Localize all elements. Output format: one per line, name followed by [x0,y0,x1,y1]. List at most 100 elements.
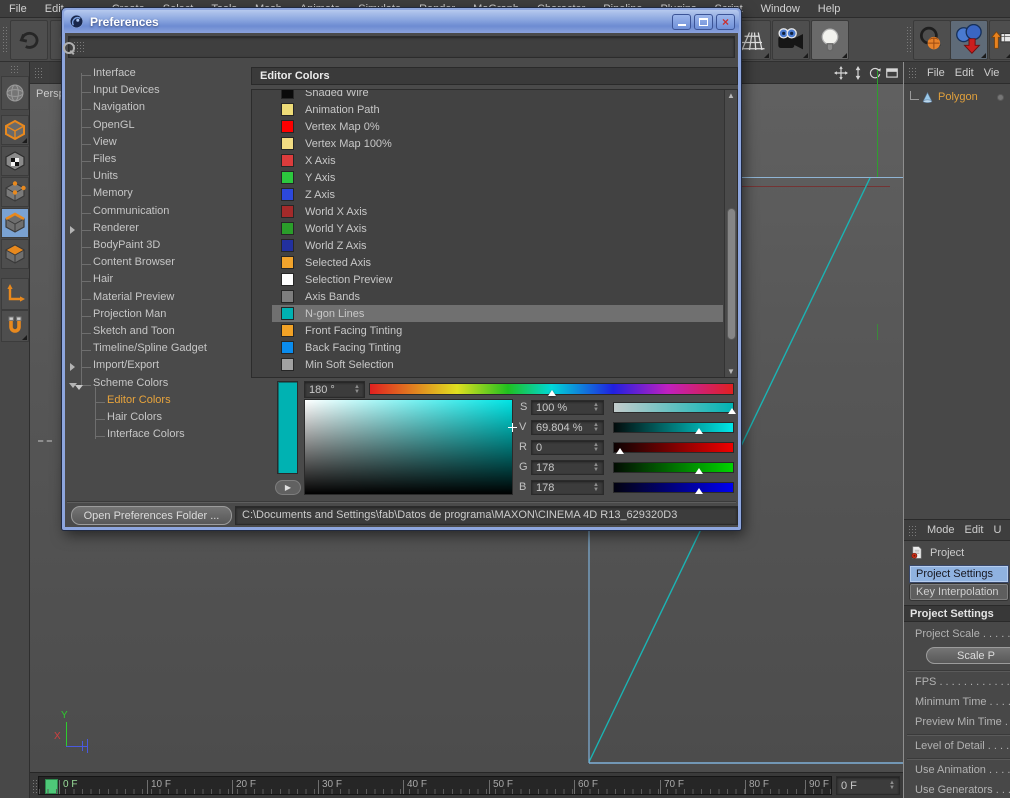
menu-window[interactable]: Window [752,1,809,17]
spinner-arrows-icon[interactable]: ▲ ▼ [354,384,360,395]
scale-view-button[interactable] [913,20,951,60]
modebar-grip[interactable] [10,65,19,74]
expander-collapsed-icon[interactable] [70,226,75,234]
slider-marker[interactable] [694,488,703,494]
scale-project-button[interactable]: Scale P [926,647,1010,664]
color-row-x-axis[interactable]: X Axis [272,152,723,169]
am-object-row[interactable]: Project [910,545,964,560]
undo-button[interactable] [10,20,48,60]
toolbar-grip-right[interactable] [906,26,912,54]
attribute-manager-grip[interactable] [908,524,917,536]
channel-g-value[interactable]: 178 [536,462,554,474]
dialog-title-bar[interactable]: Preferences × [64,10,739,33]
tree-item-input-devices[interactable]: Input Devices [81,84,160,101]
tree-item-hair[interactable]: Hair [80,273,113,290]
tab-key-interpolation[interactable]: Key Interpolation [910,584,1008,600]
camera-button[interactable] [772,20,810,60]
tree-item-opengl[interactable]: OpenGL [81,119,135,136]
picker-options-button[interactable]: ▶ [275,480,301,495]
channel-s-value[interactable]: 100 % [536,402,567,414]
menu-file[interactable]: File [0,1,36,17]
hue-field[interactable]: 180 ° ▲ ▼ [304,381,365,398]
tree-item-projection-man[interactable]: Projection Man [80,308,166,325]
saturation-value-box[interactable] [304,399,517,495]
hue-slider-marker[interactable] [547,390,556,396]
move-tool-button[interactable] [950,20,988,60]
tree-item-material-preview[interactable]: Material Preview [80,291,174,308]
tree-item-navigation[interactable]: Navigation [81,101,145,118]
color-row-axis-bands[interactable]: Axis Bands [272,288,723,305]
tree-item-view[interactable]: View [81,136,117,153]
light-button[interactable] [811,20,849,60]
am-menu-edit[interactable]: Edit [965,524,984,536]
spinner-arrows-icon[interactable]: ▲ ▼ [593,442,599,453]
spinner-arrows-icon[interactable]: ▲ ▼ [593,482,599,493]
color-row-back-facing-tinting[interactable]: Back Facing Tinting [272,339,723,356]
tree-item-memory[interactable]: Memory [81,187,133,204]
color-row-world-x-axis[interactable]: World X Axis [272,203,723,220]
color-row-shaded-wire[interactable]: Shaded Wire [272,90,723,101]
frame-ruler[interactable]: 0 F 10 F 20 F 30 F 40 F 50 F 60 F 70 F 8… [38,776,832,795]
tree-item-units[interactable]: Units [80,170,118,187]
color-list-scrollbar[interactable]: ▲ ▼ [724,90,737,377]
tree-item-communication[interactable]: Communication [80,205,169,222]
channel-g-slider[interactable] [613,462,734,474]
hue-slider[interactable] [369,383,734,396]
tree-item-import-export[interactable]: Import/Export [80,359,159,376]
make-editable-button[interactable] [1,76,29,110]
color-list[interactable]: Shaded Wire Animation Path Vertex Map 0%… [251,89,738,378]
hue-value[interactable]: 180 ° [309,384,335,396]
color-row-selection-preview[interactable]: Selection Preview [272,271,723,288]
snap-button[interactable] [1,310,29,342]
color-row-z-axis[interactable]: Z Axis [272,186,723,203]
scroll-down-icon[interactable]: ▼ [727,366,735,377]
am-menu-user[interactable]: U [994,524,1002,536]
visibility-dot-icon[interactable] [997,93,1004,101]
workplane-button[interactable] [989,20,1010,60]
color-row-world-z-axis[interactable]: World Z Axis [272,237,723,254]
tree-item-files[interactable]: Files [80,153,116,170]
channel-v-slider[interactable] [613,422,734,434]
channel-v-field[interactable]: 69.804 % ▲ ▼ [531,420,604,435]
channel-g-field[interactable]: 178 ▲ ▼ [531,460,604,475]
channel-b-slider[interactable] [613,482,734,494]
texture-mode-button[interactable] [1,146,29,176]
channel-v-value[interactable]: 69.804 % [536,422,582,434]
channel-s-field[interactable]: 100 % ▲ ▼ [531,400,604,415]
expander-collapsed-icon[interactable] [70,363,75,371]
tree-item-renderer[interactable]: Renderer [81,222,139,239]
tree-item-content-browser[interactable]: Content Browser [81,256,175,273]
tree-item-editor-colors[interactable]: Editor Colors [95,394,171,411]
tree-item-hair-colors[interactable]: Hair Colors [94,411,162,428]
model-mode-button[interactable] [1,115,29,145]
om-menu-view[interactable]: Vie [984,67,1000,79]
enable-axis-button[interactable] [1,278,29,310]
spinner-arrows-icon[interactable]: ▲ ▼ [889,780,895,791]
channel-r-slider[interactable] [613,442,734,454]
object-row-polygon[interactable]: Polygon [908,88,1008,106]
dialog-search-bar[interactable] [63,36,735,58]
slider-marker[interactable] [616,448,625,454]
tree-item-scheme-colors[interactable]: Scheme Colors [80,377,168,394]
minimize-button[interactable] [672,13,691,30]
search-icon[interactable] [63,42,75,54]
slider-marker[interactable] [694,468,703,474]
points-mode-button[interactable] [1,177,29,207]
color-row-vertex-map-0[interactable]: Vertex Map 0% [272,118,723,135]
preferences-path-field[interactable]: C:\Documents and Settings\fab\Datos de p… [235,506,738,525]
tree-item-interface[interactable]: Interface [81,67,136,84]
tree-item-bodypaint-3d[interactable]: BodyPaint 3D [80,239,160,256]
toolbar-grip[interactable] [2,26,8,54]
open-preferences-folder-button[interactable]: Open Preferences Folder ... [71,506,232,525]
scrollbar-thumb[interactable] [727,208,736,340]
channel-r-field[interactable]: 0 ▲ ▼ [531,440,604,455]
color-row-world-y-axis[interactable]: World Y Axis [272,220,723,237]
slider-marker[interactable] [728,408,737,414]
scroll-up-icon[interactable]: ▲ [727,90,735,101]
tree-item-timeline-spline-gadget[interactable]: Timeline/Spline Gadget [81,342,207,359]
spinner-arrows-icon[interactable]: ▲ ▼ [593,462,599,473]
panel-handle-dashes[interactable] [38,440,52,442]
color-row-vertex-map-100[interactable]: Vertex Map 100% [272,135,723,152]
color-row-animation-path[interactable]: Animation Path [272,101,723,118]
om-menu-file[interactable]: File [927,67,945,79]
